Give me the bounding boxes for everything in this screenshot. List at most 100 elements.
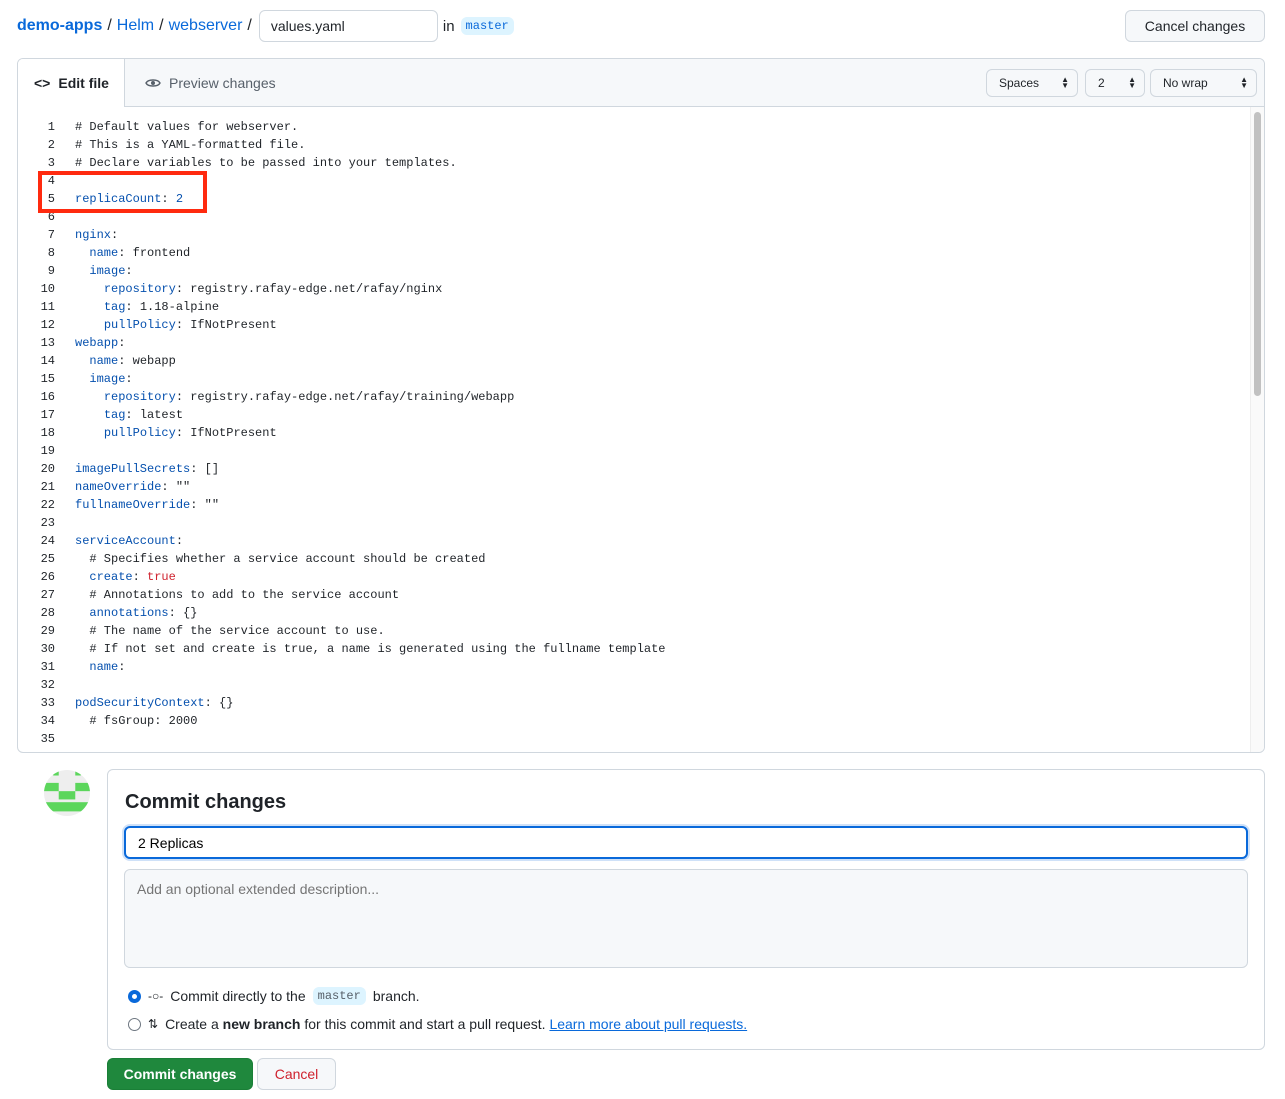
code-line[interactable]: 32 xyxy=(18,676,1250,694)
line-content: repository: registry.rafay-edge.net/rafa… xyxy=(75,280,442,298)
tab-preview-changes[interactable]: Preview changes xyxy=(145,59,276,107)
tab-edit-file[interactable]: <> Edit file xyxy=(18,59,125,107)
yaml-key: create xyxy=(89,570,133,584)
line-number: 32 xyxy=(40,678,55,692)
line-content: fullnameOverride: "" xyxy=(75,496,219,514)
code-line[interactable]: 28 annotations: {} xyxy=(18,604,1250,622)
code-line[interactable]: 8 name: frontend xyxy=(18,244,1250,262)
line-content: create: true xyxy=(75,568,176,586)
code-line[interactable]: 23 xyxy=(18,514,1250,532)
scrollbar[interactable] xyxy=(1250,107,1264,752)
code-line[interactable]: 35 xyxy=(18,730,1250,748)
code-line[interactable]: 19 xyxy=(18,442,1250,460)
yaml-key: nginx xyxy=(75,228,112,242)
line-number: 24 xyxy=(40,534,55,548)
code-token: : IfNotPresent xyxy=(175,318,277,332)
code-line[interactable]: 9 image: xyxy=(18,262,1250,280)
yaml-key: imagePullSecrets xyxy=(75,462,191,476)
code-line[interactable]: 15 image: xyxy=(18,370,1250,388)
code-line[interactable]: 16 repository: registry.rafay-edge.net/r… xyxy=(18,388,1250,406)
line-number: 15 xyxy=(40,372,55,386)
code-line[interactable]: 33 podSecurityContext: {} xyxy=(18,694,1250,712)
yaml-key: tag xyxy=(103,300,126,314)
code-token: : xyxy=(118,336,126,350)
commit-new-branch-option[interactable]: ⇅ Create a new branch for this commit an… xyxy=(128,1016,747,1032)
line-number: 19 xyxy=(40,444,55,458)
code-line[interactable]: 1 # Default values for webserver. xyxy=(18,118,1250,136)
filename-input[interactable] xyxy=(258,10,438,42)
cancel-button[interactable]: Cancel xyxy=(257,1058,336,1090)
commit-new-branch-radio[interactable] xyxy=(128,1017,141,1031)
code-line[interactable]: 14 name: webapp xyxy=(18,352,1250,370)
code-line[interactable]: 21 nameOverride: "" xyxy=(18,478,1250,496)
breadcrumb-separator: / xyxy=(159,17,164,34)
code-line[interactable]: 22 fullnameOverride: "" xyxy=(18,496,1250,514)
line-number: 22 xyxy=(40,498,55,512)
indent-size-value: 2 xyxy=(1098,76,1105,90)
scrollbar-thumb[interactable] xyxy=(1254,112,1261,396)
select-arrows-icon: ▲ ▼ xyxy=(1240,75,1248,90)
yaml-key: repository xyxy=(103,282,176,296)
learn-more-link[interactable]: Learn more about pull requests. xyxy=(549,1016,747,1032)
code-line[interactable]: 20 imagePullSecrets: [] xyxy=(18,460,1250,478)
line-content: serviceAccount: xyxy=(75,532,183,550)
code-line[interactable]: 2 # This is a YAML-formatted file. xyxy=(18,136,1250,154)
code-line[interactable]: 26 create: true xyxy=(18,568,1250,586)
line-number: 10 xyxy=(40,282,55,296)
line-number: 12 xyxy=(40,318,55,332)
code-token: true xyxy=(147,570,176,584)
line-number: 3 xyxy=(47,156,55,170)
line-content: pullPolicy: IfNotPresent xyxy=(75,316,277,334)
code-token: : xyxy=(125,372,133,386)
code-line[interactable]: 30 # If not set and create is true, a na… xyxy=(18,640,1250,658)
yaml-key: image xyxy=(89,372,126,386)
cancel-changes-button[interactable]: Cancel changes xyxy=(1125,10,1265,42)
code-line[interactable]: 25 # Specifies whether a service account… xyxy=(18,550,1250,568)
breadcrumb-repo[interactable]: demo-apps xyxy=(17,17,102,35)
code-line[interactable]: 18 pullPolicy: IfNotPresent xyxy=(18,424,1250,442)
code-line[interactable]: 3 # Declare variables to be passed into y… xyxy=(18,154,1250,172)
commit-title: Commit changes xyxy=(125,791,287,813)
code-line[interactable]: 34 # fsGroup: 2000 xyxy=(18,712,1250,730)
code-line[interactable]: 24 serviceAccount: xyxy=(18,532,1250,550)
code-line[interactable]: 31 name: xyxy=(18,658,1250,676)
commit-message-input[interactable] xyxy=(124,826,1248,859)
yaml-key: serviceAccount xyxy=(75,534,176,548)
code-line[interactable]: 12 pullPolicy: IfNotPresent xyxy=(18,316,1250,334)
line-number: 2 xyxy=(47,138,55,152)
code-token: : registry.rafay-edge.net/rafay/nginx xyxy=(175,282,443,296)
yaml-key: name xyxy=(89,246,119,260)
commit-changes-button[interactable]: Commit changes xyxy=(107,1058,253,1090)
breadcrumb-helm[interactable]: Helm xyxy=(117,17,154,35)
line-number: 35 xyxy=(40,732,55,746)
code-line[interactable]: 10 repository: registry.rafay-edge.net/r… xyxy=(18,280,1250,298)
breadcrumb: demo-apps / Helm / webserver / in master xyxy=(17,10,514,42)
commit-description-input[interactable] xyxy=(124,869,1248,968)
option-text: branch. xyxy=(372,988,420,1004)
code-icon: <> xyxy=(34,75,51,91)
line-content: name: frontend xyxy=(75,244,190,262)
wrap-mode-select[interactable]: No wrap ▲ ▼ xyxy=(1150,69,1257,97)
line-number: 27 xyxy=(40,588,55,602)
line-number: 28 xyxy=(40,606,55,620)
indent-mode-select[interactable]: Spaces ▲ ▼ xyxy=(986,69,1078,97)
code-line[interactable]: 13 webapp: xyxy=(18,334,1250,352)
code-area[interactable]: 1 # Default values for webserver. 2 # This … xyxy=(18,118,1250,752)
code-line[interactable]: 17 tag: latest xyxy=(18,406,1250,424)
indent-size-select[interactable]: 2 ▲ ▼ xyxy=(1085,69,1145,97)
line-content: pullPolicy: IfNotPresent xyxy=(75,424,277,442)
avatar[interactable] xyxy=(44,770,90,816)
code-line[interactable]: 27 # Annotations to add to the service a… xyxy=(18,586,1250,604)
code-line[interactable]: 7 nginx: xyxy=(18,226,1250,244)
code-line[interactable]: 11 tag: 1.18-alpine xyxy=(18,298,1250,316)
code-token: : frontend xyxy=(118,246,191,260)
breadcrumb-separator: / xyxy=(247,17,252,34)
code-line[interactable]: 29 # The name of the service account to … xyxy=(18,622,1250,640)
breadcrumb-webserver[interactable]: webserver xyxy=(169,17,243,35)
commit-direct-option[interactable]: -○- Commit directly to the master branch… xyxy=(128,987,420,1005)
commit-direct-radio[interactable] xyxy=(128,989,141,1003)
